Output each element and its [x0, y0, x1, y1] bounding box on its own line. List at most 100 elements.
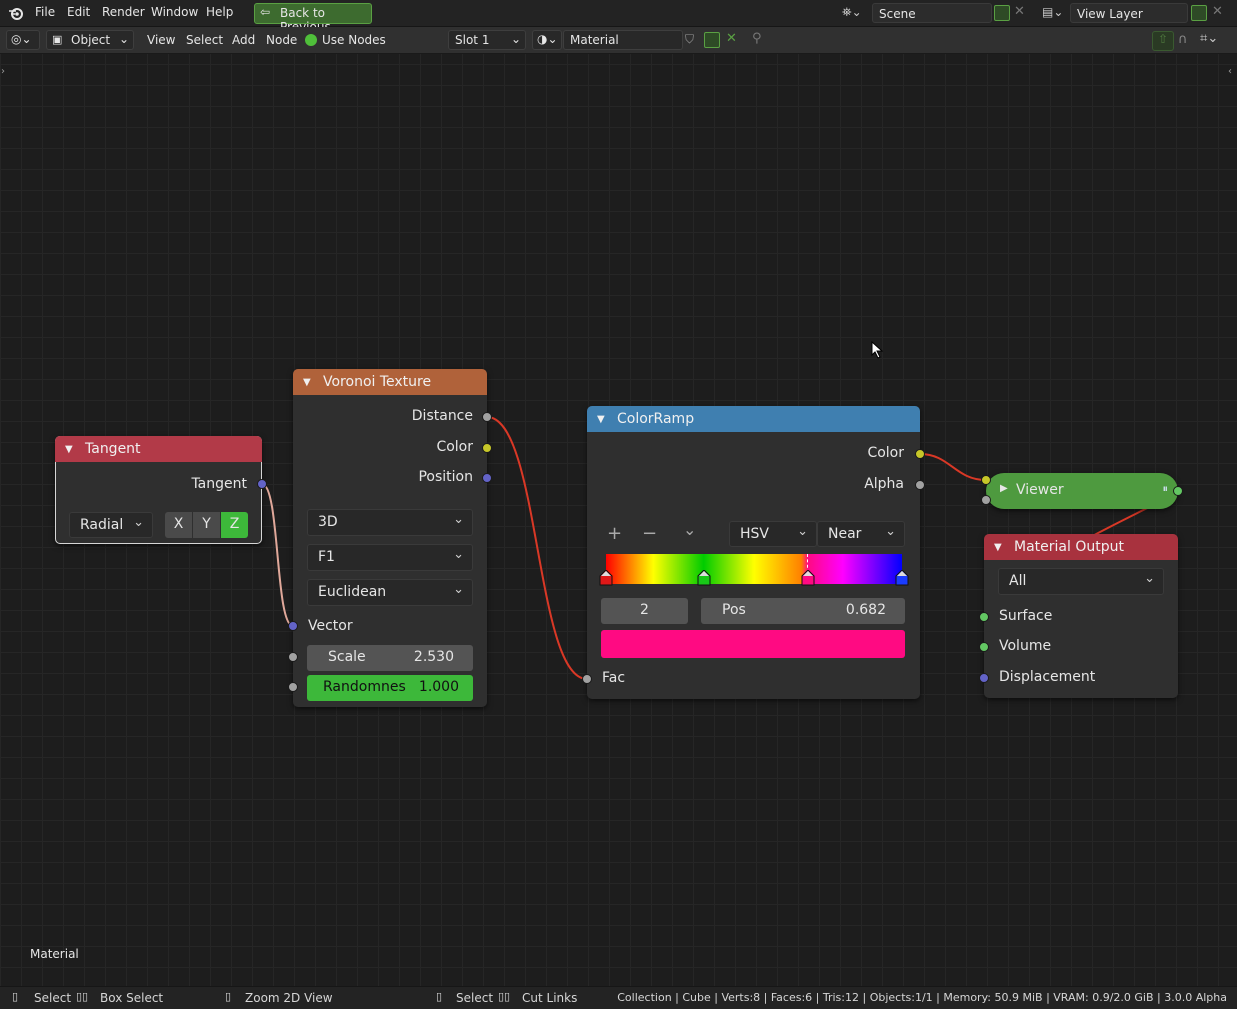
view-layer-icon[interactable]: ▤⌄ — [1042, 5, 1063, 19]
displacement-input-socket[interactable] — [979, 673, 989, 683]
ctrl-right-mouse-icon: ▯▯ — [498, 990, 511, 1003]
status-select2-label: Select — [456, 991, 494, 1005]
pin-icon[interactable]: ⚲ — [752, 31, 762, 46]
unlink-material-icon[interactable]: ✕ — [726, 31, 737, 46]
scene-field[interactable]: Scene — [872, 3, 992, 23]
view-layer-label: View Layer — [1077, 7, 1143, 21]
new-material-icon[interactable] — [704, 32, 720, 48]
viewer-input-socket-1[interactable] — [981, 475, 991, 485]
target-dropdown[interactable]: All ⌄ — [998, 568, 1164, 595]
right-mouse-icon: ▯ — [436, 990, 443, 1003]
top-bar: File Edit Render Window Help ⇦ Back to P… — [0, 0, 1237, 34]
randomness-slider[interactable]: Randomnes 1.000 — [307, 675, 473, 701]
collapse-triangle-icon[interactable]: ▼ — [303, 377, 311, 388]
material-browse-button[interactable]: ◑⌄ — [532, 30, 562, 50]
collapse-triangle-icon[interactable]: ▼ — [994, 542, 1002, 553]
chevron-down-icon: ⌄ — [453, 547, 464, 562]
displacement-input-label: Displacement — [999, 669, 1096, 685]
fac-input-socket[interactable] — [582, 674, 592, 684]
metric-dropdown[interactable]: Euclidean ⌄ — [307, 579, 473, 606]
ramp-menu-button[interactable]: ⌄ — [683, 520, 696, 539]
collapse-triangle-icon[interactable]: ▼ — [65, 444, 73, 455]
expand-triangle-icon[interactable]: ▶ — [1000, 483, 1008, 494]
remove-stop-button[interactable]: − — [642, 523, 657, 544]
feature-dropdown[interactable]: F1 ⌄ — [307, 544, 473, 571]
direction-dropdown[interactable]: Radial ⌄ — [69, 512, 153, 538]
fake-user-shield-icon[interactable]: ⛉ — [685, 32, 694, 47]
link-distance-to-fac — [486, 416, 588, 680]
parent-node-tree-icon[interactable]: ⇧ — [1152, 31, 1174, 51]
collapse-triangle-icon[interactable]: ▼ — [597, 414, 605, 425]
tangent-node[interactable]: ▼ Tangent Tangent Radial ⌄ X Y Z — [55, 436, 267, 544]
viewer-node[interactable]: ▶ Viewer ⏸ — [981, 473, 1183, 509]
volume-input-socket[interactable] — [979, 642, 989, 652]
menu-add[interactable]: Add — [232, 33, 255, 47]
slot-dropdown[interactable]: Slot 1 ⌄ — [448, 30, 526, 50]
blender-logo-icon[interactable] — [8, 5, 24, 21]
new-view-layer-icon[interactable] — [1191, 5, 1207, 21]
snap-grid-icon[interactable]: ⌗⌄ — [1200, 31, 1218, 46]
material-name-field[interactable]: Material — [563, 30, 683, 50]
menu-help[interactable]: Help — [206, 5, 233, 19]
node-canvas[interactable]: › ‹ ▼ Tangent Tangent Radial ⌄ X Y Z ▼ V… — [0, 54, 1237, 986]
node-header[interactable]: ▼ Material Output — [984, 534, 1178, 560]
chevron-down-icon: ⌄ — [510, 32, 521, 46]
voronoi-texture-node[interactable]: ▼ Voronoi Texture Distance Color Positio… — [288, 369, 492, 707]
ramp-stop-marker[interactable] — [801, 569, 815, 586]
menu-file[interactable]: File — [35, 5, 55, 19]
node-header[interactable]: ▼ Voronoi Texture — [293, 369, 487, 395]
view-layer-field[interactable]: View Layer — [1070, 3, 1188, 23]
axis-y-button[interactable]: Y — [193, 512, 220, 538]
surface-input-socket[interactable] — [979, 612, 989, 622]
menu-select[interactable]: Select — [186, 33, 223, 47]
menu-window[interactable]: Window — [151, 5, 198, 19]
chevron-down-icon: ⌄ — [453, 582, 464, 597]
menu-node[interactable]: Node — [266, 33, 297, 47]
node-header[interactable]: ▼ ColorRamp — [587, 406, 920, 432]
ramp-stop-marker[interactable] — [599, 569, 613, 586]
axis-z-button[interactable]: Z — [221, 512, 248, 538]
use-nodes-label: Use Nodes — [322, 33, 386, 47]
scale-input-socket[interactable] — [288, 652, 298, 662]
scale-field[interactable]: Scale 2.530 — [307, 645, 473, 671]
color-output-socket[interactable] — [482, 443, 492, 453]
node-header[interactable]: ▼ Tangent — [55, 436, 262, 462]
feature-label: F1 — [318, 549, 335, 565]
material-output-node[interactable]: ▼ Material Output All ⌄ Surface Volume D… — [979, 534, 1178, 698]
ramp-stop-marker[interactable] — [697, 569, 711, 586]
menu-edit[interactable]: Edit — [67, 5, 90, 19]
alpha-output-socket[interactable] — [915, 480, 925, 490]
active-stop-color-swatch[interactable] — [601, 630, 905, 658]
color-ramp-gradient[interactable] — [606, 554, 902, 584]
use-nodes-checkbox[interactable] — [305, 34, 317, 46]
viewer-toggle-icon[interactable]: ⏸ — [1163, 482, 1169, 496]
colorramp-node[interactable]: ▼ ColorRamp Color Alpha + − ⌄ HSV ⌄ Near… — [582, 406, 925, 699]
viewer-output-socket[interactable] — [1173, 486, 1183, 496]
position-output-socket[interactable] — [482, 473, 492, 483]
vector-input-socket[interactable] — [288, 621, 298, 631]
viewer-input-socket-2[interactable] — [981, 495, 991, 505]
pos-field[interactable]: Pos 0.682 — [701, 598, 905, 624]
randomness-input-socket[interactable] — [288, 682, 298, 692]
editor-type-dropdown[interactable]: ◎⌄ — [6, 30, 40, 50]
mode-dropdown[interactable]: ▣ Object ⌄ — [46, 30, 134, 50]
add-stop-button[interactable]: + — [607, 523, 622, 544]
axis-x-button[interactable]: X — [165, 512, 192, 538]
interpolation-dropdown[interactable]: Near ⌄ — [817, 521, 905, 547]
delete-scene-icon[interactable]: ✕ — [1014, 4, 1025, 19]
distance-output-socket[interactable] — [482, 412, 492, 422]
new-scene-icon[interactable] — [994, 5, 1010, 21]
back-to-previous-button[interactable]: ⇦ Back to Previous — [254, 3, 372, 34]
color-output-socket[interactable] — [915, 449, 925, 459]
ramp-stop-marker[interactable] — [895, 569, 909, 586]
color-mode-dropdown[interactable]: HSV ⌄ — [729, 521, 817, 547]
menu-view[interactable]: View — [147, 33, 175, 47]
dimension-dropdown[interactable]: 3D ⌄ — [307, 509, 473, 536]
scene-icon[interactable]: ⛯⌄ — [842, 5, 862, 20]
stop-index-field[interactable]: 2 — [601, 598, 688, 624]
tangent-output-socket[interactable] — [257, 479, 267, 489]
vector-input-label: Vector — [308, 618, 353, 634]
menu-render[interactable]: Render — [102, 5, 145, 19]
delete-view-layer-icon[interactable]: ✕ — [1212, 4, 1223, 19]
snap-icon[interactable]: ∩ — [1178, 32, 1188, 47]
